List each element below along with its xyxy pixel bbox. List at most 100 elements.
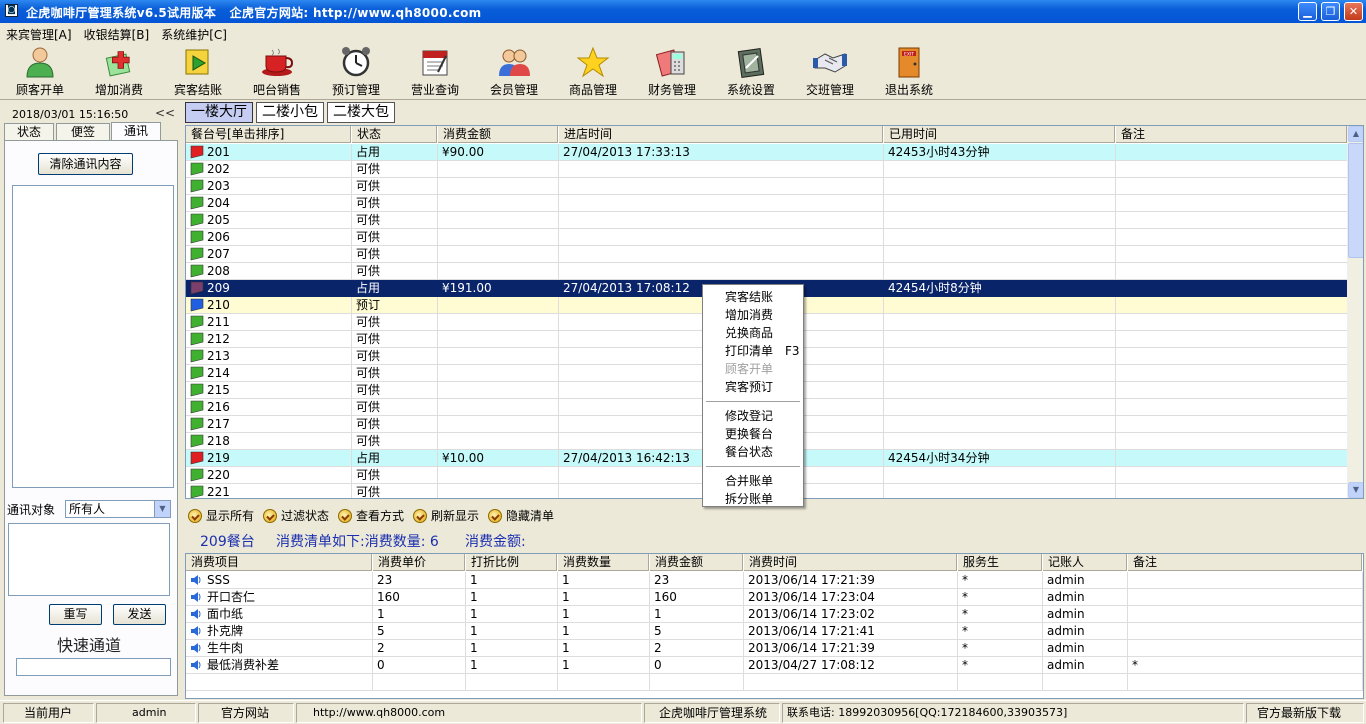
table-row[interactable]: 203 可供 xyxy=(186,178,1348,195)
target-select[interactable]: 所有人 ▼ xyxy=(65,500,171,518)
col-time-in[interactable]: 进店时间 xyxy=(559,126,884,143)
cell-quantity: 1 xyxy=(558,589,650,606)
download-latest-link[interactable]: 官方最新版下载 xyxy=(1246,703,1364,723)
context-menu-item[interactable]: 打印清单 F3 xyxy=(704,342,802,360)
table-row[interactable]: 208 可供 xyxy=(186,263,1348,280)
communication-panel: 清除通讯内容 通讯对象 所有人 ▼ 重写 发送 快速通道 xyxy=(4,140,178,696)
status-website-url[interactable]: http://www.qh8000.com xyxy=(296,703,642,723)
consumption-row[interactable]: 生牛肉 2 1 1 2 2013/06/14 17:21:39 * admin xyxy=(186,640,1363,657)
table-row[interactable]: 202 可供 xyxy=(186,161,1348,178)
open-order-button[interactable]: 顾客开单 xyxy=(2,46,78,98)
filter-status-button[interactable]: 过滤状态 xyxy=(263,506,329,526)
consumption-row[interactable]: SSS 23 1 1 23 2013/06/14 17:21:39 * admin xyxy=(186,572,1363,589)
fast-channel-input[interactable] xyxy=(16,658,171,676)
handshake-icon xyxy=(813,46,847,78)
context-menu-item[interactable]: 合并账单 xyxy=(704,472,802,490)
member-management-button[interactable]: 会员管理 xyxy=(476,46,552,98)
col-amount[interactable]: 消费金额 xyxy=(438,126,559,143)
scroll-thumb[interactable] xyxy=(1348,143,1363,258)
context-menu-item[interactable]: 宾客结账 xyxy=(704,288,802,306)
checkout-button[interactable]: 宾客结账 xyxy=(160,46,236,98)
col-bookkeeper[interactable]: 记账人 xyxy=(1043,554,1128,571)
col-discount[interactable]: 打折比例 xyxy=(466,554,558,571)
table-row[interactable]: 205 可供 xyxy=(186,212,1348,229)
exit-system-button[interactable]: EXIT 退出系统 xyxy=(871,46,947,98)
col-quantity[interactable]: 消费数量 xyxy=(558,554,650,571)
cell-table-no: 211 xyxy=(186,314,352,331)
col-table-no[interactable]: 餐台号[单击排序] xyxy=(186,126,352,143)
hide-list-button[interactable]: 隐藏清单 xyxy=(488,506,554,526)
tables-grid-scrollbar[interactable]: ▲ ▼ xyxy=(1347,126,1363,498)
col-note[interactable]: 备注 xyxy=(1116,126,1348,143)
context-menu-item[interactable]: 增加消费 xyxy=(704,306,802,324)
context-menu-item[interactable]: 拆分账单 xyxy=(704,490,802,508)
rewrite-button[interactable]: 重写 xyxy=(49,604,102,625)
col-time[interactable]: 消费时间 xyxy=(744,554,958,571)
tab-small-room-2f[interactable]: 二楼小包 xyxy=(256,102,324,123)
menu-guest[interactable]: 来宾管理[A] xyxy=(0,23,78,43)
cell-status: 占用 xyxy=(352,450,438,467)
show-all-button[interactable]: 显示所有 xyxy=(188,506,254,526)
tab-large-room-2f[interactable]: 二楼大包 xyxy=(327,102,395,123)
system-settings-button[interactable]: 系统设置 xyxy=(713,46,789,98)
cell-used-time: 42454小时8分钟 xyxy=(884,280,1116,297)
cell-table-no: 217 xyxy=(186,416,352,433)
collapse-panel-button[interactable]: << xyxy=(155,106,175,120)
context-menu: 宾客结账 增加消费 兑换商品 打印清单 F3 顾客开单 宾客预订 修改登记 更换餐台 餐台状态 合并… xyxy=(702,284,804,507)
col-unit-price[interactable]: 消费单价 xyxy=(373,554,466,571)
consumption-row[interactable]: 面巾纸 1 1 1 1 2013/06/14 17:23:02 * admin xyxy=(186,606,1363,623)
menu-system[interactable]: 系统维护[C] xyxy=(155,23,233,43)
tab-notes[interactable]: 便签 xyxy=(56,123,110,140)
send-button[interactable]: 发送 xyxy=(113,604,166,625)
close-button[interactable]: ✕ xyxy=(1344,2,1363,21)
col-total[interactable]: 消费金额 xyxy=(650,554,744,571)
add-consumption-button[interactable]: 增加消费 xyxy=(81,46,157,98)
context-menu-item[interactable]: 修改登记 xyxy=(704,407,802,425)
cell-status: 可供 xyxy=(352,246,438,263)
product-management-button[interactable]: 商品管理 xyxy=(555,46,631,98)
table-row[interactable]: 207 可供 xyxy=(186,246,1348,263)
cell-bookkeeper xyxy=(1043,674,1128,691)
message-history[interactable] xyxy=(12,185,174,488)
consumption-row[interactable]: 扑克牌 5 1 1 5 2013/06/14 17:21:41 * admin xyxy=(186,623,1363,640)
consumption-row[interactable]: 最低消费补差 0 1 1 0 2013/04/27 17:08:12 * admin * xyxy=(186,657,1363,674)
col-item[interactable]: 消费项目 xyxy=(186,554,373,571)
finance-button[interactable]: 财务管理 xyxy=(634,46,710,98)
alarm-clock-icon xyxy=(339,46,373,78)
context-menu-item[interactable]: 兑换商品 xyxy=(704,324,802,342)
tab-communication[interactable]: 通讯 xyxy=(111,122,161,141)
consumption-row[interactable]: 开口杏仁 160 1 1 160 2013/06/14 17:23:04 * admin xyxy=(186,589,1363,606)
bar-sales-button[interactable]: 吧台销售 xyxy=(239,46,315,98)
table-row[interactable]: 204 可供 xyxy=(186,195,1348,212)
table-row[interactable]: 206 可供 xyxy=(186,229,1348,246)
reservation-button[interactable]: 预订管理 xyxy=(318,46,394,98)
restore-button[interactable]: ❐ xyxy=(1321,2,1340,21)
shift-handover-button[interactable]: 交班管理 xyxy=(792,46,868,98)
col-remark[interactable]: 备注 xyxy=(1128,554,1363,571)
col-status[interactable]: 状态 xyxy=(352,126,438,143)
cell-table-no: 210 xyxy=(186,297,352,314)
business-query-button[interactable]: 营业查询 xyxy=(397,46,473,98)
context-menu-item[interactable]: 更换餐台 xyxy=(704,425,802,443)
scroll-down-icon[interactable]: ▼ xyxy=(1348,482,1363,498)
context-menu-item[interactable]: 餐台状态 xyxy=(704,443,802,461)
cell-status: 可供 xyxy=(352,161,438,178)
tab-status[interactable]: 状态 xyxy=(4,123,54,140)
tab-hall-1f[interactable]: 一楼大厅 xyxy=(185,102,253,123)
clear-messages-button[interactable]: 清除通讯内容 xyxy=(38,153,133,175)
col-used-time[interactable]: 已用时间 xyxy=(884,126,1116,143)
cell-remark xyxy=(1128,623,1363,640)
scroll-up-icon[interactable]: ▲ xyxy=(1348,126,1363,142)
cell-bookkeeper: admin xyxy=(1043,640,1128,657)
chevron-down-icon[interactable]: ▼ xyxy=(154,501,170,517)
context-menu-item[interactable]: 宾客预订 xyxy=(704,378,802,396)
minimize-button[interactable]: ▁ xyxy=(1298,2,1317,21)
title-bar[interactable]: ◙ 企虎咖啡厅管理系统v6.5试用版本 企虎官方网站: http://www.q… xyxy=(0,0,1366,23)
cell-waiter: * xyxy=(958,623,1043,640)
refresh-button[interactable]: 刷新显示 xyxy=(413,506,479,526)
table-row[interactable]: 201 占用 ¥90.00 27/04/2013 17:33:13 42453小时43分… xyxy=(186,144,1348,161)
menu-cashier[interactable]: 收银结算[B] xyxy=(78,23,156,43)
message-input[interactable] xyxy=(8,523,170,596)
col-waiter[interactable]: 服务生 xyxy=(958,554,1043,571)
view-mode-button[interactable]: 查看方式 xyxy=(338,506,404,526)
